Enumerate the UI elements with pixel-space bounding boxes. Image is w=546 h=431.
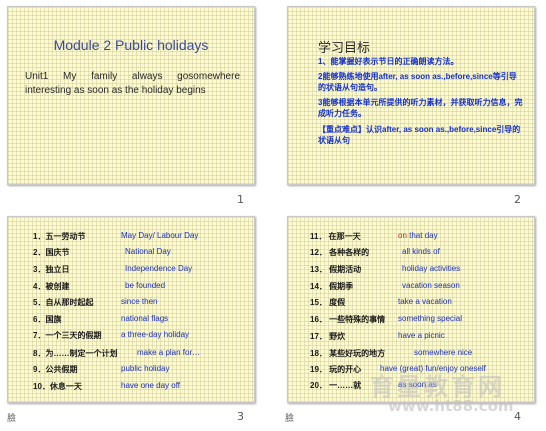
vocab-chinese: 4．被创建 — [33, 282, 70, 291]
vocab-english: have (great) fun/enjoy oneself — [380, 364, 486, 373]
vocab-english: a three-day holiday — [121, 330, 190, 339]
vocab-chinese: 15． 度假 — [310, 298, 346, 307]
vocab-english: have one day off — [121, 381, 181, 390]
vocab-chinese: 17． 野炊 — [310, 332, 346, 341]
vocab-english: have a picnic — [398, 331, 445, 340]
objective-item: 【重点难点】认识after, as soon as.,before,since引… — [318, 125, 521, 145]
slide-thumbnail-3[interactable]: 1．五一劳动节 May Day/ Labour Day 2．国庆节 Nation… — [7, 216, 255, 403]
vocab-english: somewhere nice — [414, 348, 473, 357]
vocab-chinese: 13． 假期活动 — [310, 265, 362, 274]
objective-item: 1、能掌握好表示节日的正确朗读方法。 — [318, 57, 459, 66]
vocab-chinese: 5．自从那时起起 — [33, 298, 94, 307]
vocab-english-rest: that day — [406, 231, 438, 240]
vocab-english: National Day — [125, 247, 171, 256]
vocab-english: national flags — [121, 314, 169, 323]
vocab-english: take a vacation — [398, 297, 452, 306]
vocab-english: make a plan for… — [137, 348, 201, 357]
slide-number: 1 — [237, 193, 244, 206]
objective-item: 2能够熟练地使用after, as soon as.,before,since等… — [318, 72, 517, 92]
vocab-chinese: 10．休息一天 — [33, 382, 82, 391]
vocab-english: all kinds of — [402, 247, 440, 256]
animation-effect-icon[interactable]: 臉 — [285, 411, 294, 424]
slide-title: Module 2 Public holidays — [53, 37, 209, 53]
slide-thumbnail-1[interactable]: Module 2 Public holidays Unit1 My family… — [7, 6, 255, 185]
vocab-chinese: 20． 一……就 — [310, 381, 362, 390]
animation-effect-icon[interactable]: 臉 — [7, 411, 16, 424]
vocab-english: May Day/ Labour Day — [121, 231, 199, 240]
vocab-english: something special — [398, 314, 463, 323]
vocab-english: Independence Day — [125, 264, 193, 273]
objective-item: 3能够根据本单元所提供的听力素材，并获取听力信息，完成听力任务。 — [318, 98, 523, 118]
vocab-chinese: 12． 各种各样的 — [310, 248, 370, 257]
slide-title: 学习目标 — [318, 40, 371, 55]
slide-thumbnail-4[interactable]: 11． 在那一天 on that day 12． 各种各样的 all kinds… — [287, 216, 535, 403]
vocab-english: vacation season — [402, 281, 460, 290]
slide-number: 2 — [514, 193, 521, 206]
slide-number: 3 — [237, 410, 244, 423]
vocab-chinese: 18． 某些好玩的地方 — [310, 349, 386, 358]
vocab-chinese: 8．为……制定一个计划 — [33, 349, 118, 358]
vocab-chinese: 11． 在那一天 — [310, 232, 361, 241]
vocab-chinese: 2．国庆节 — [33, 248, 70, 257]
vocab-english: on that day — [398, 231, 438, 240]
highlight-word: on — [398, 231, 407, 240]
vocab-chinese: 19． 玩的开心 — [310, 365, 362, 374]
vocab-english: since then — [121, 297, 158, 306]
vocab-english: as soon as — [398, 380, 437, 389]
slide-number: 4 — [514, 410, 521, 423]
vocab-chinese: 7．一个三天的假期 — [33, 331, 102, 340]
vocab-english: holiday activities — [402, 264, 461, 273]
vocab-chinese: 6．国旗 — [33, 315, 62, 324]
slide-thumbnail-2[interactable]: 学习目标 1、能掌握好表示节日的正确朗读方法。 2能够熟练地使用after, a… — [287, 6, 535, 185]
vocab-chinese: 3．独立日 — [33, 265, 70, 274]
vocab-english: be founded — [125, 281, 166, 290]
vocab-english: public holiday — [121, 364, 170, 373]
vocab-chinese: 14． 假期季 — [310, 282, 354, 291]
vocab-chinese: 9．公共假期 — [33, 365, 78, 374]
vocab-chinese: 1．五一劳动节 — [33, 232, 86, 241]
slide-body-text: Unit1 My family always gosomewhere inter… — [25, 71, 240, 96]
vocab-chinese: 16． 一些特殊的事情 — [310, 315, 386, 324]
